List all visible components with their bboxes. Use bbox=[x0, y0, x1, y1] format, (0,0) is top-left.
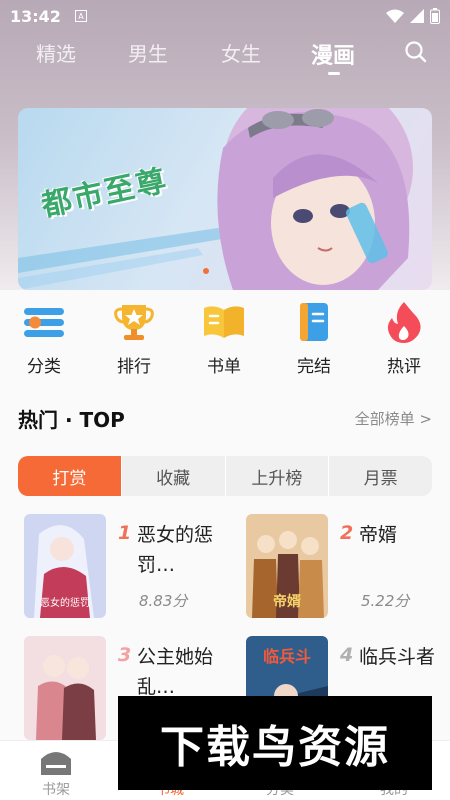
watermark-banner: 下载鸟资源 bbox=[118, 696, 432, 790]
featured-banner[interactable]: 都市至尊 bbox=[18, 108, 432, 290]
category-label: 书单 bbox=[207, 357, 241, 377]
finished-book-icon bbox=[300, 303, 328, 341]
signal-icon bbox=[410, 9, 424, 23]
bookshelf-icon bbox=[41, 752, 71, 775]
book-cover: 恶女的惩罚 bbox=[24, 514, 106, 618]
bottom-nav-bookshelf[interactable]: 书架 bbox=[16, 741, 96, 799]
book-item[interactable]: 恶女的惩罚 1 恶女的惩罚… 8.83分 bbox=[24, 514, 224, 624]
book-rank: 1 bbox=[118, 522, 132, 544]
tab-tips[interactable]: 打赏 bbox=[18, 456, 122, 496]
tab-monthly-votes[interactable]: 月票 bbox=[329, 456, 432, 496]
book-title: 临兵斗者 bbox=[359, 646, 436, 668]
status-time: 13:42 bbox=[10, 6, 61, 26]
category-item-hot-reviews[interactable]: 热评 bbox=[374, 300, 434, 377]
category-item-booklist[interactable]: 书单 bbox=[194, 300, 254, 377]
ranking-tabs: 打赏 收藏 上升榜 月票 bbox=[18, 456, 432, 496]
wifi-icon bbox=[386, 9, 404, 23]
book-title: 恶女的惩罚… bbox=[137, 524, 214, 576]
section-title: 热门 · TOP bbox=[18, 408, 125, 432]
book-list-icon bbox=[204, 306, 244, 338]
tab-rising[interactable]: 上升榜 bbox=[226, 456, 330, 496]
battery-icon bbox=[430, 8, 440, 24]
category-item-classify[interactable]: 分类 bbox=[14, 300, 74, 377]
book-cover: 帝婿 bbox=[246, 514, 328, 618]
top-nav: 精选 男生 女生 漫画 bbox=[0, 32, 450, 76]
active-tab-indicator bbox=[328, 72, 340, 75]
tab-featured[interactable]: 精选 bbox=[36, 38, 76, 67]
bottom-nav-label: 书架 bbox=[42, 782, 70, 798]
tab-female[interactable]: 女生 bbox=[221, 38, 261, 67]
category-item-finished[interactable]: 完结 bbox=[284, 300, 344, 377]
tab-male[interactable]: 男生 bbox=[128, 38, 168, 67]
status-bar: 13:42 A bbox=[0, 0, 450, 32]
category-item-ranking[interactable]: 排行 bbox=[104, 300, 164, 377]
search-icon[interactable] bbox=[404, 40, 428, 64]
book-score: 5.22分 bbox=[361, 592, 410, 610]
book-title: 帝婿 bbox=[359, 524, 398, 546]
category-label: 分类 bbox=[27, 357, 61, 377]
book-score: 8.83分 bbox=[139, 592, 188, 610]
category-label: 完结 bbox=[297, 357, 331, 377]
status-icons bbox=[386, 8, 440, 24]
tab-comics[interactable]: 漫画 bbox=[311, 38, 355, 70]
trophy-icon bbox=[114, 305, 154, 340]
book-rank: 4 bbox=[340, 644, 354, 666]
see-all-rankings-link[interactable]: 全部榜单 > bbox=[355, 408, 432, 429]
book-item[interactable]: 帝婿 2 帝婿 5.22分 bbox=[246, 514, 446, 624]
tab-favorites[interactable]: 收藏 bbox=[122, 456, 226, 496]
svg-text:帝婿: 帝婿 bbox=[273, 593, 302, 610]
book-cover bbox=[24, 636, 106, 740]
book-title: 公主她始乱… bbox=[137, 646, 214, 698]
book-rank: 2 bbox=[340, 522, 354, 544]
category-label: 排行 bbox=[117, 357, 151, 377]
category-label: 热评 bbox=[387, 357, 421, 377]
flame-icon bbox=[387, 302, 421, 343]
book-rank: 3 bbox=[118, 644, 132, 666]
notification-icon: A bbox=[74, 10, 87, 22]
category-icon bbox=[24, 308, 64, 337]
svg-text:恶女的惩罚: 恶女的惩罚 bbox=[40, 596, 90, 609]
svg-text:临兵斗: 临兵斗 bbox=[263, 647, 311, 666]
carousel-indicator bbox=[203, 268, 209, 274]
